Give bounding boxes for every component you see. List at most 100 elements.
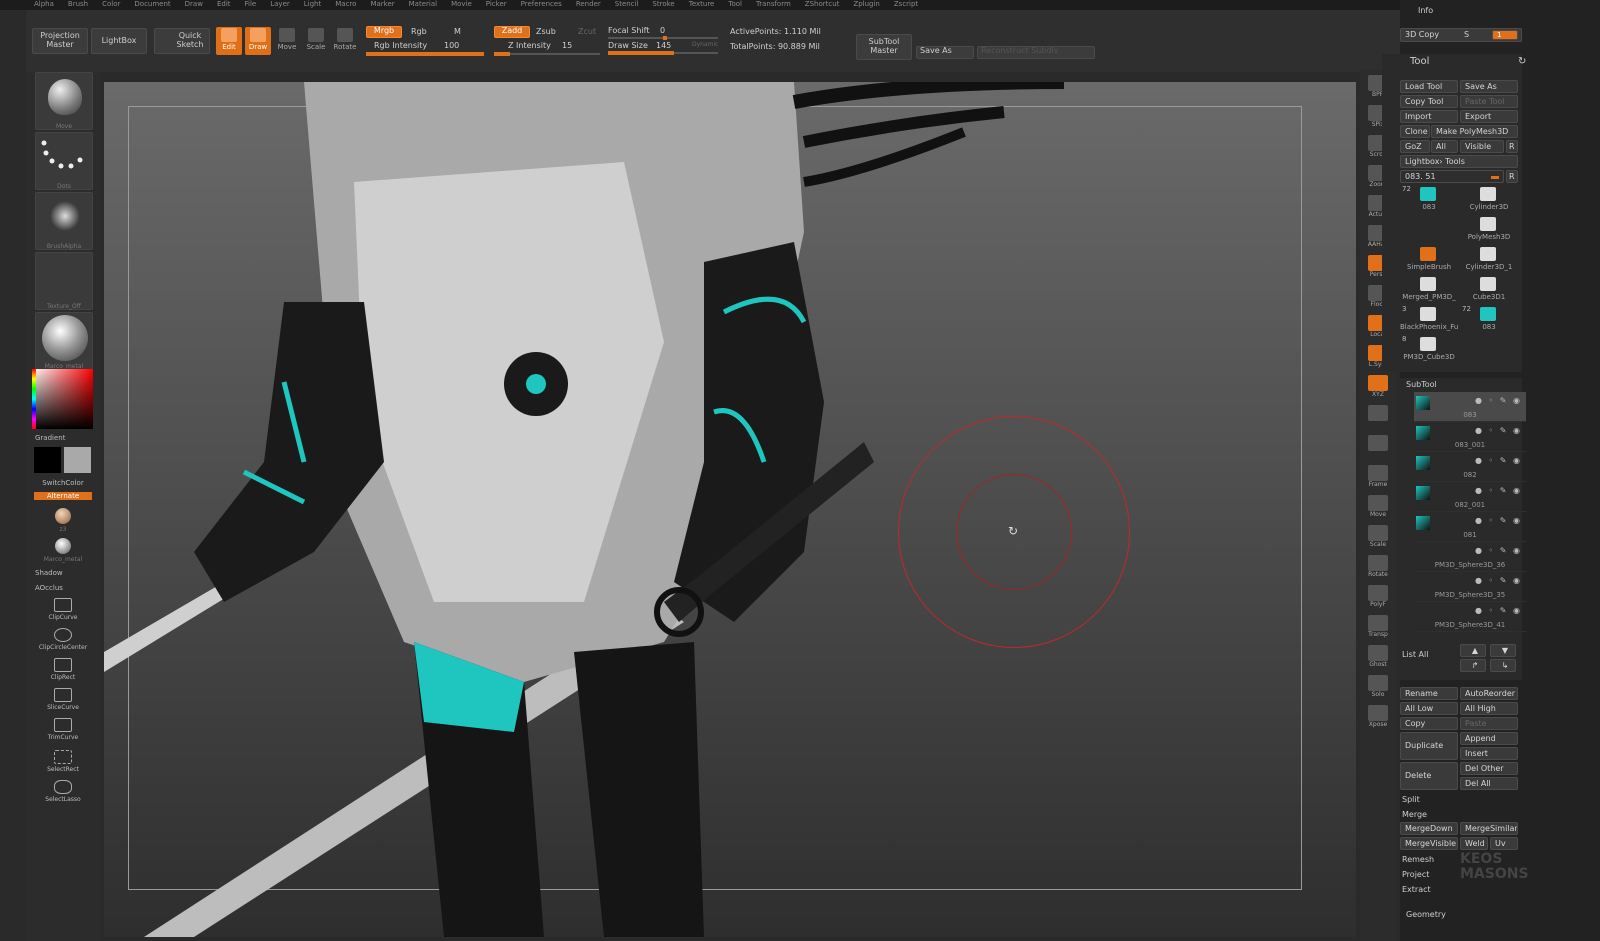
weld-button[interactable]: Weld [1460, 837, 1488, 850]
dynamic-button[interactable]: Dynamic [692, 41, 718, 48]
rightshelf-button[interactable] [1364, 404, 1392, 432]
menu-item[interactable]: Material [409, 0, 437, 9]
rightshelf-button[interactable]: Frame [1364, 464, 1392, 492]
switchcolor-button[interactable]: SwitchColor [26, 479, 100, 487]
clone-button[interactable]: Clone [1400, 125, 1430, 138]
rename-button[interactable]: Rename [1400, 687, 1458, 700]
tool-thumbnail[interactable]: Merged_PM3D_ [1400, 275, 1458, 303]
subtool-visibility-icon[interactable]: ● ◦ ✎ ◉ [1475, 486, 1522, 495]
m-button[interactable]: M [454, 27, 461, 36]
rotate-mode-button[interactable]: Rotate [332, 27, 358, 55]
arrow-down-right-icon[interactable]: ↳ [1490, 659, 1516, 672]
rightshelf-button[interactable]: Xpose [1364, 704, 1392, 732]
delete-button[interactable]: Delete [1400, 762, 1458, 790]
rightshelf-button[interactable]: XYZ [1364, 374, 1392, 402]
brush-selector[interactable]: Move [35, 72, 93, 130]
paste-tool-button[interactable]: Paste Tool [1460, 95, 1518, 108]
quick-sketch-button[interactable]: Quick Sketch [154, 28, 210, 54]
rgb-button[interactable]: Rgb [411, 27, 427, 36]
menu-item[interactable]: File [245, 0, 257, 9]
tool-thumbnail[interactable]: 72 083 [1460, 305, 1518, 333]
goz-r-button[interactable]: R [1506, 140, 1518, 153]
rightshelf-button[interactable]: Move [1364, 494, 1392, 522]
main-color-swatch[interactable] [34, 447, 61, 473]
move-mode-button[interactable]: Move [274, 27, 300, 55]
menu-item[interactable]: Macro [335, 0, 356, 9]
menu-item[interactable]: Texture [689, 0, 715, 9]
selectlasso-icon[interactable] [54, 780, 72, 794]
tool-thumbnail[interactable]: 8 PM3D_Cube3D [1400, 335, 1458, 363]
menu-item[interactable]: Transform [756, 0, 791, 9]
menu-item[interactable]: Tool [728, 0, 742, 9]
projection-master-button[interactable]: Projection Master [32, 28, 88, 54]
make-polymesh-button[interactable]: Make PolyMesh3D [1431, 125, 1518, 138]
subtool-row[interactable]: ● ◦ ✎ ◉ 082_001 [1414, 482, 1526, 512]
copy-subtool-button[interactable]: Copy [1400, 717, 1458, 730]
marco-metal-icon[interactable] [55, 538, 71, 554]
trimcurve-icon[interactable] [54, 718, 72, 732]
move-down-icon[interactable]: ▼ [1490, 644, 1516, 657]
draw-size-slider[interactable] [608, 51, 718, 55]
move-up-icon[interactable]: ▲ [1460, 644, 1486, 657]
zcut-button[interactable]: Zcut [578, 27, 596, 36]
mergevisible-button[interactable]: MergeVisible [1400, 837, 1458, 850]
rightshelf-button[interactable]: Rotate [1364, 554, 1392, 582]
subtool-visibility-icon[interactable]: ● ◦ ✎ ◉ [1475, 606, 1522, 615]
arrow-up-right-icon[interactable]: ↱ [1460, 659, 1486, 672]
subtool-visibility-icon[interactable]: ● ◦ ✎ ◉ [1475, 426, 1522, 435]
color-picker[interactable] [32, 369, 93, 429]
all-high-button[interactable]: All High [1460, 702, 1518, 715]
subtool-visibility-icon[interactable]: ● ◦ ✎ ◉ [1475, 516, 1522, 525]
z3-material-icon[interactable] [55, 508, 71, 524]
gradient-label[interactable]: Gradient [26, 434, 100, 442]
split-section[interactable]: Split [1402, 795, 1420, 804]
subtool-row[interactable]: ● ◦ ✎ ◉ 083 [1414, 392, 1526, 422]
draw-mode-button[interactable]: Draw [245, 27, 271, 55]
tool-slider[interactable]: 083. 51 [1400, 170, 1504, 183]
tool-thumbnail[interactable]: PolyMesh3D [1460, 215, 1518, 243]
secondary-color-swatch[interactable] [64, 447, 91, 473]
subtool-visibility-icon[interactable]: ● ◦ ✎ ◉ [1475, 546, 1522, 555]
paste-subtool-button[interactable]: Paste [1460, 717, 1518, 730]
menu-item[interactable]: Stroke [652, 0, 674, 9]
tool-thumbnail[interactable]: Cube3D1 [1460, 275, 1518, 303]
menu-item[interactable]: Movie [451, 0, 472, 9]
extract-section[interactable]: Extract [1402, 885, 1431, 894]
hue-strip[interactable] [32, 369, 36, 429]
copy3d-value[interactable]: 1 [1492, 30, 1518, 40]
project-section[interactable]: Project [1402, 870, 1429, 879]
shadow-button[interactable]: Shadow [26, 569, 100, 577]
tool-slider-r[interactable]: R [1506, 170, 1518, 183]
clipcirclecenter-icon[interactable] [54, 628, 72, 642]
menu-item[interactable]: Zplugin [853, 0, 879, 9]
copy-tool-button[interactable]: Copy Tool [1400, 95, 1458, 108]
menu-item[interactable]: Stencil [615, 0, 639, 9]
remesh-section[interactable]: Remesh [1402, 855, 1434, 864]
list-all-button[interactable]: List All [1402, 650, 1428, 659]
insert-button[interactable]: Insert [1460, 747, 1518, 760]
edit-mode-button[interactable]: Edit [216, 27, 242, 55]
mergesimilar-button[interactable]: MergeSimilar [1460, 822, 1518, 835]
uv-button[interactable]: Uv [1490, 837, 1518, 850]
goz-button[interactable]: GoZ [1400, 140, 1430, 153]
canvas-viewport[interactable]: ↻ [104, 82, 1356, 937]
rgb-intensity-slider[interactable] [366, 52, 484, 56]
menu-item[interactable]: Preferences [521, 0, 562, 9]
merge-section[interactable]: Merge [1402, 810, 1427, 819]
del-all-button[interactable]: Del All [1460, 777, 1518, 790]
load-tool-button[interactable]: Load Tool [1400, 80, 1458, 93]
goz-all-button[interactable]: All [1431, 140, 1458, 153]
autoreorder-button[interactable]: AutoReorder [1460, 687, 1518, 700]
lightbox-tools-button[interactable]: Lightbox› Tools [1400, 155, 1518, 168]
focal-shift-slider[interactable] [608, 36, 718, 40]
goz-visible-button[interactable]: Visible [1460, 140, 1504, 153]
rightshelf-button[interactable]: PolyF [1364, 584, 1392, 612]
geometry-section[interactable]: Geometry [1406, 910, 1446, 919]
subtool-master-button[interactable]: SubTool Master [856, 34, 912, 60]
subtool-row[interactable]: ● ◦ ✎ ◉ 083_001 [1414, 422, 1526, 452]
mrgb-button[interactable]: Mrgb [366, 26, 402, 38]
menu-item[interactable]: Picker [486, 0, 507, 9]
subtool-visibility-icon[interactable]: ● ◦ ✎ ◉ [1475, 456, 1522, 465]
alternate-button[interactable]: Alternate [34, 492, 92, 500]
subtool-row[interactable]: ● ◦ ✎ ◉ PM3D_Sphere3D_35 [1414, 572, 1526, 602]
